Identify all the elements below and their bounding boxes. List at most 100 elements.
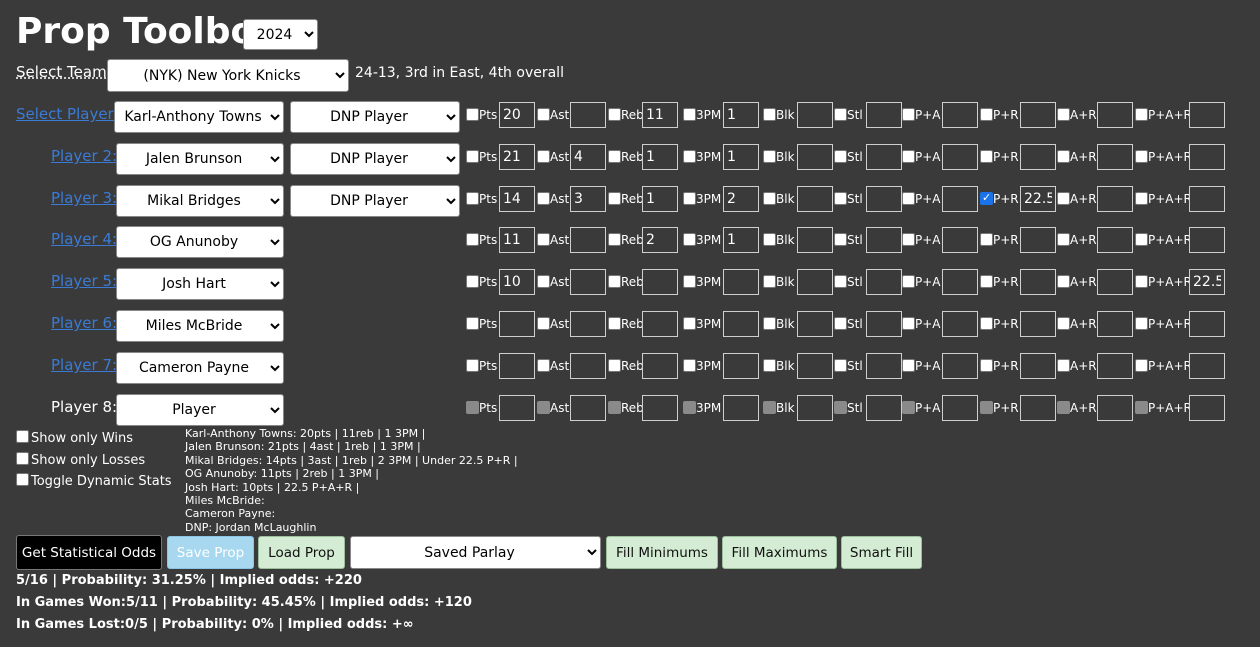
fill-maximums-button[interactable]: Fill Maximums: [722, 536, 837, 569]
saved-parlay-select[interactable]: Saved Parlay: [350, 536, 601, 569]
stat-p-a-r-input[interactable]: [1189, 144, 1225, 170]
stat-p-a-checkbox[interactable]: [902, 359, 915, 372]
stat-reb-checkbox[interactable]: [608, 150, 621, 163]
stat-a-r-checkbox[interactable]: [1057, 150, 1070, 163]
player-1-select[interactable]: Karl-Anthony Towns: [114, 101, 284, 133]
stat-blk-input[interactable]: [797, 186, 833, 212]
stat-a-r-checkbox[interactable]: [1057, 108, 1070, 121]
player-3-label[interactable]: Player 3:: [51, 189, 117, 207]
stat-pts-input[interactable]: [499, 353, 535, 379]
stat-ast-input[interactable]: [570, 102, 606, 128]
stat-stl-input[interactable]: [866, 395, 902, 421]
stat-a-r-checkbox[interactable]: [1057, 275, 1070, 288]
save-prop-button[interactable]: Save Prop: [167, 536, 254, 569]
stat-p-r-input[interactable]: [1020, 227, 1056, 253]
stat-stl-input[interactable]: [866, 102, 902, 128]
stat-p-a-input[interactable]: [942, 353, 978, 379]
stat-p-a-r-input[interactable]: [1189, 311, 1225, 337]
stat-pts-input[interactable]: [499, 227, 535, 253]
stat-ast-checkbox[interactable]: [537, 275, 550, 288]
stat-reb-input[interactable]: [642, 227, 678, 253]
stat-p-r-input[interactable]: [1020, 311, 1056, 337]
stat-reb-checkbox[interactable]: [608, 233, 621, 246]
stat-a-r-input[interactable]: [1097, 353, 1133, 379]
stat-a-r-input[interactable]: [1097, 227, 1133, 253]
fill-minimums-button[interactable]: Fill Minimums: [606, 536, 718, 569]
stat-p-a-input[interactable]: [942, 395, 978, 421]
stat-stl-input[interactable]: [866, 186, 902, 212]
stat-p-a-input[interactable]: [942, 269, 978, 295]
stat-p-a-r-checkbox[interactable]: [1135, 359, 1148, 372]
stat-ast-checkbox[interactable]: [537, 317, 550, 330]
player-5-select[interactable]: Josh Hart: [116, 268, 284, 300]
stat-reb-input[interactable]: [642, 102, 678, 128]
stat-3pm-checkbox[interactable]: [683, 108, 696, 121]
stat-reb-input[interactable]: [642, 186, 678, 212]
stat-p-r-checkbox[interactable]: [980, 233, 993, 246]
stat-blk-checkbox[interactable]: [763, 108, 776, 121]
stat-p-a-r-checkbox[interactable]: [1135, 233, 1148, 246]
stat-p-r-checkbox[interactable]: [980, 359, 993, 372]
stat-p-a-checkbox[interactable]: [902, 317, 915, 330]
stat-reb-checkbox[interactable]: [608, 108, 621, 121]
stat-p-r-checkbox[interactable]: [980, 191, 993, 205]
stat-reb-input[interactable]: [642, 311, 678, 337]
stat-p-a-checkbox[interactable]: [902, 150, 915, 163]
player-3-select[interactable]: Mikal Bridges: [116, 185, 284, 217]
stat-3pm-checkbox[interactable]: [683, 275, 696, 288]
stat-stl-checkbox[interactable]: [834, 150, 847, 163]
stat-stl-checkbox[interactable]: [834, 108, 847, 121]
stat-p-a-r-input[interactable]: [1189, 395, 1225, 421]
player-2-dnp-select[interactable]: DNP Player: [290, 143, 460, 175]
stat-reb-checkbox[interactable]: [608, 275, 621, 288]
stat-pts-checkbox[interactable]: [466, 192, 479, 205]
stat-p-r-input[interactable]: [1020, 144, 1056, 170]
stat-reb-checkbox[interactable]: [608, 192, 621, 205]
stat-3pm-input[interactable]: [723, 395, 759, 421]
player-1-label[interactable]: Select Player:: [16, 105, 119, 123]
stat-p-a-input[interactable]: [942, 227, 978, 253]
player-8-select[interactable]: Player: [116, 394, 284, 426]
stat-3pm-checkbox[interactable]: [683, 192, 696, 205]
stat-a-r-input[interactable]: [1097, 311, 1133, 337]
stat-blk-input[interactable]: [797, 227, 833, 253]
stat-p-a-r-checkbox[interactable]: [1135, 317, 1148, 330]
stat-stl-checkbox[interactable]: [834, 317, 847, 330]
stat-ast-checkbox[interactable]: [537, 359, 550, 372]
stat-a-r-checkbox[interactable]: [1057, 192, 1070, 205]
stat-pts-input[interactable]: [499, 186, 535, 212]
player-5-label[interactable]: Player 5:: [51, 272, 117, 290]
stat-reb-checkbox[interactable]: [608, 317, 621, 330]
stat-blk-input[interactable]: [797, 144, 833, 170]
dynamic-stats-checkbox[interactable]: [16, 473, 29, 486]
stat-3pm-input[interactable]: [723, 227, 759, 253]
stat-3pm-input[interactable]: [723, 102, 759, 128]
stat-ast-checkbox[interactable]: [537, 192, 550, 205]
stat-a-r-input[interactable]: [1097, 144, 1133, 170]
stat-pts-input[interactable]: [499, 311, 535, 337]
show-losses-checkbox[interactable]: [16, 452, 29, 465]
stat-blk-checkbox[interactable]: [763, 275, 776, 288]
player-3-dnp-select[interactable]: DNP Player: [290, 185, 460, 217]
stat-ast-checkbox[interactable]: [537, 108, 550, 121]
stat-3pm-checkbox[interactable]: [683, 150, 696, 163]
stat-blk-input[interactable]: [797, 311, 833, 337]
stat-reb-input[interactable]: [642, 395, 678, 421]
stat-p-a-checkbox[interactable]: [902, 233, 915, 246]
player-7-label[interactable]: Player 7:: [51, 356, 117, 374]
stat-pts-checkbox[interactable]: [466, 150, 479, 163]
stat-blk-checkbox[interactable]: [763, 192, 776, 205]
stat-p-a-r-checkbox[interactable]: [1135, 150, 1148, 163]
team-select[interactable]: (NYK) New York Knicks: [107, 59, 349, 92]
stat-p-r-input[interactable]: [1020, 186, 1056, 212]
stat-p-r-checkbox[interactable]: [980, 275, 993, 288]
stat-a-r-input[interactable]: [1097, 269, 1133, 295]
stat-blk-input[interactable]: [797, 269, 833, 295]
stat-p-a-r-checkbox[interactable]: [1135, 192, 1148, 205]
stat-ast-checkbox[interactable]: [537, 150, 550, 163]
stat-p-a-r-input[interactable]: [1189, 102, 1225, 128]
stat-3pm-input[interactable]: [723, 144, 759, 170]
show-wins-option[interactable]: Show only Wins: [16, 430, 133, 446]
stat-stl-checkbox[interactable]: [834, 192, 847, 205]
stat-blk-input[interactable]: [797, 395, 833, 421]
